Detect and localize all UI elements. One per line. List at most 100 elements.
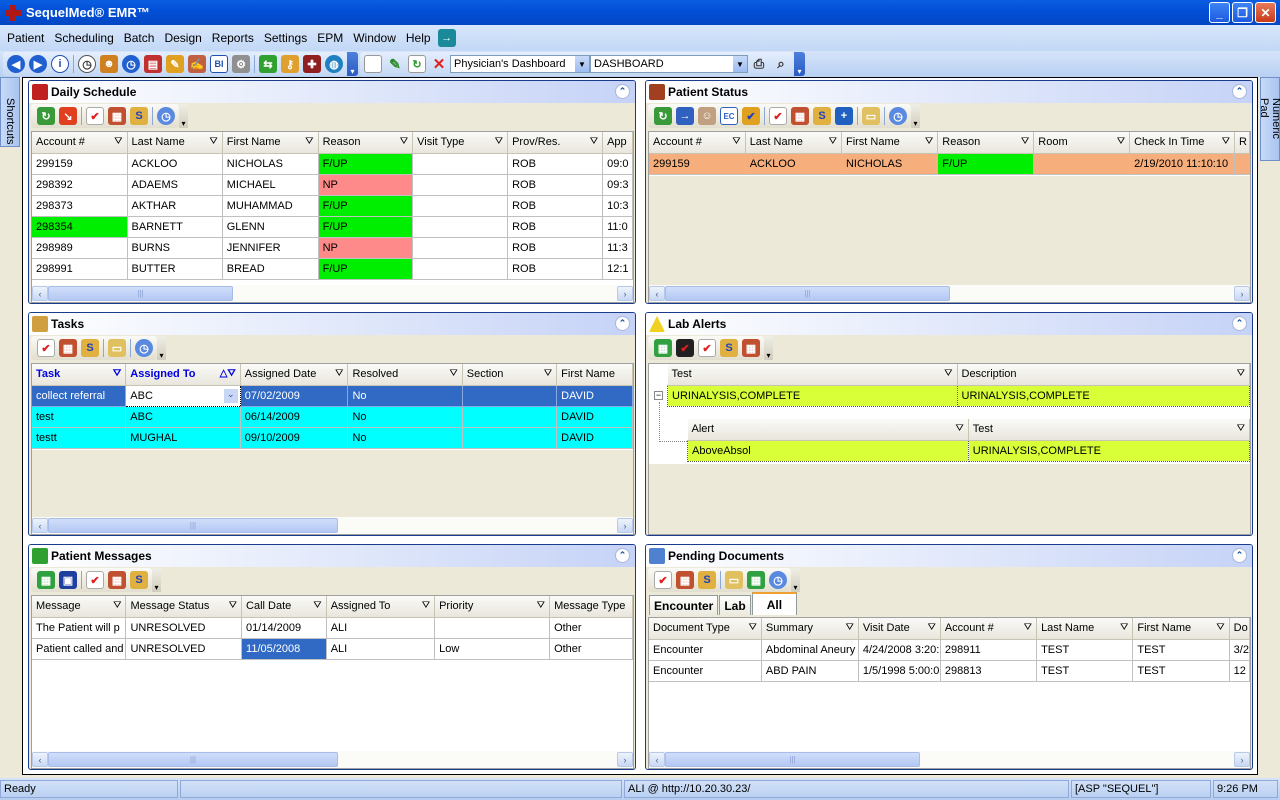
task-check-icon[interactable]: ✔ <box>654 571 672 589</box>
users-icon[interactable]: ☻ <box>100 55 118 73</box>
col-section[interactable]: Section ⛛ <box>462 364 558 386</box>
settings-gear-icon[interactable]: ⚙ <box>232 55 250 73</box>
tab-all[interactable]: All <box>751 592 798 615</box>
table-row[interactable]: 299159 ACKLOO NICHOLAS F/UP 2/19/2010 11:10:… <box>649 153 1250 175</box>
dashboard-combo[interactable]: Physician's Dashboard ▼ <box>450 55 590 73</box>
menu-help[interactable]: Help <box>401 31 436 45</box>
check-in-icon[interactable]: → <box>676 107 694 125</box>
col-call-date[interactable]: Call Date ⛛ <box>241 596 327 618</box>
verify-icon[interactable]: ✔ <box>742 107 760 125</box>
filter-icon[interactable]: ⛛ <box>1216 622 1224 633</box>
collapse-row-icon[interactable]: − <box>654 391 663 400</box>
col-summary[interactable]: Summary ⛛ <box>761 618 859 640</box>
refresh-icon[interactable]: ↻ <box>408 55 426 73</box>
filter-icon[interactable]: ⛛ <box>955 423 963 434</box>
filter-icon[interactable]: ⛛ <box>925 136 933 147</box>
filter-icon[interactable]: ⛛ <box>209 136 217 147</box>
scroll-thumb[interactable]: ||| <box>665 752 920 767</box>
col-message[interactable]: Message ⛛ <box>32 596 127 618</box>
new-document-icon[interactable] <box>364 55 382 73</box>
patient-chart-icon[interactable]: ▦ <box>791 107 809 125</box>
folder-icon[interactable]: ▭ <box>862 107 880 125</box>
col-first-name[interactable]: First Name <box>556 364 633 386</box>
col-alert[interactable]: Alert ⛛ <box>687 419 969 441</box>
files-icon[interactable]: ▤ <box>144 55 162 73</box>
toolbar-overflow-button[interactable]: ▾ <box>791 568 800 592</box>
toolbar-overflow-button-2[interactable]: ▾ <box>794 52 805 76</box>
tab-lab[interactable]: Lab <box>719 595 751 615</box>
grid-icon[interactable]: ▦ <box>37 571 55 589</box>
tab-encounter[interactable]: Encounter <box>649 595 719 615</box>
sync-icon[interactable]: ⇆ <box>259 55 277 73</box>
scroll-left-button[interactable]: ‹ <box>649 286 665 301</box>
close-button[interactable]: ✕ <box>1255 2 1276 23</box>
col-document-type[interactable]: Document Type ⛛ <box>649 618 762 640</box>
phone-check-icon[interactable]: ✔ <box>676 339 694 357</box>
scroll-thumb[interactable]: ||| <box>48 752 338 767</box>
folder-icon[interactable]: ▭ <box>725 571 743 589</box>
exit-icon[interactable]: → <box>437 29 456 47</box>
horizontal-scrollbar[interactable]: ‹ ||| › <box>32 517 633 534</box>
table-row[interactable]: 298354 BARNETT GLENN F/UP ROB 11:0 <box>32 216 633 238</box>
delete-icon[interactable]: ✕ <box>430 55 448 73</box>
bi-icon[interactable]: BI <box>210 55 228 73</box>
filter-icon[interactable]: ⛛ <box>927 622 935 633</box>
filter-icon[interactable]: ⛛ <box>749 622 757 633</box>
toolbar-overflow-button[interactable]: ▾ <box>911 104 920 128</box>
task-check-icon[interactable]: ✔ <box>698 339 716 357</box>
col-visit-type[interactable]: Visit Type ⛛ <box>412 132 509 154</box>
scroll-right-button[interactable]: › <box>1234 286 1250 301</box>
horizontal-scrollbar[interactable]: ‹ ||| › <box>32 751 633 768</box>
notepad-icon[interactable]: ✍ <box>188 55 206 73</box>
refresh-icon[interactable]: ↻ <box>37 107 55 125</box>
doctor-icon[interactable]: ☺ <box>698 107 716 125</box>
globe-icon[interactable]: ◍ <box>325 55 343 73</box>
grid-icon[interactable]: ▦ <box>747 571 765 589</box>
col-reason[interactable]: Reason ⛛ <box>937 132 1035 154</box>
col-room[interactable]: Room ⛛ <box>1033 132 1131 154</box>
task-check-icon[interactable]: ✔ <box>86 571 104 589</box>
assigned-to-dropdown[interactable]: ABC ⌄ <box>125 384 241 407</box>
table-row[interactable]: Patient called and UNRESOLVED 11/05/2008 AL… <box>32 638 633 660</box>
key-icon[interactable]: ⚷ <box>281 55 299 73</box>
task-check-icon[interactable]: ✔ <box>86 107 104 125</box>
collapse-button[interactable]: ⌃ <box>1232 84 1247 99</box>
table-row[interactable]: testt MUGHAL 09/10/2009 No DAVID <box>32 427 633 449</box>
clock-icon[interactable]: ◷ <box>769 571 787 589</box>
table-row[interactable]: Encounter Abdominal Aneury 4/24/2008 3:20:… <box>649 639 1250 661</box>
col-assigned-to[interactable]: Assigned To ⛛ <box>326 596 436 618</box>
table-row[interactable]: test ABC 06/14/2009 No DAVID <box>32 406 633 428</box>
col-resolved[interactable]: Resolved ⛛ <box>347 364 463 386</box>
col-account[interactable]: Account # ⛛ <box>649 132 746 154</box>
add-icon[interactable]: + <box>835 107 853 125</box>
col-first-name[interactable]: First Name ⛛ <box>841 132 939 154</box>
menu-settings[interactable]: Settings <box>259 31 312 45</box>
toolbar-overflow-button[interactable]: ▾ <box>764 336 773 360</box>
patient-chart-icon[interactable]: ▦ <box>108 107 126 125</box>
chevron-down-icon[interactable]: ▼ <box>733 56 747 72</box>
restore-button[interactable]: ❐ <box>1232 2 1253 23</box>
col-last-name[interactable]: Last Name ⛛ <box>127 132 223 154</box>
menu-epm[interactable]: EPM <box>312 31 348 45</box>
clock-icon[interactable]: ◷ <box>78 55 96 73</box>
col-message-status[interactable]: Message Status ⛛ <box>125 596 243 618</box>
refresh-icon[interactable]: ↻ <box>654 107 672 125</box>
table-row[interactable]: AboveAbsol URINALYSIS,COMPLETE <box>687 439 1250 462</box>
col-account[interactable]: Account # ⛛ <box>940 618 1038 640</box>
col-prov-res[interactable]: Prov/Res. ⛛ <box>507 132 604 154</box>
save-icon[interactable]: ▣ <box>59 571 77 589</box>
table-row[interactable]: Encounter ABD PAIN 1/5/1998 5:00:0 298813 TE… <box>649 660 1250 682</box>
scroll-thumb[interactable]: ||| <box>665 286 950 301</box>
col-last-name[interactable]: Last Name ⛛ <box>745 132 842 154</box>
minimize-button[interactable]: _ <box>1209 2 1230 23</box>
print-icon[interactable]: ⎙ <box>750 55 768 73</box>
sort-filter-icon[interactable]: △⛛ <box>220 368 236 379</box>
print-preview-icon[interactable]: ⌕ <box>772 55 790 73</box>
col-first-name[interactable]: First Name ⛛ <box>1132 618 1230 640</box>
col-test[interactable]: Test ⛛ <box>667 364 958 386</box>
col-r[interactable]: R <box>1234 132 1250 154</box>
scroll-thumb[interactable]: ||| <box>48 286 233 301</box>
scroll-right-button[interactable]: › <box>617 518 633 533</box>
col-first-name[interactable]: First Name ⛛ <box>222 132 319 154</box>
toolbar-overflow-button[interactable]: ▾ <box>179 104 188 128</box>
